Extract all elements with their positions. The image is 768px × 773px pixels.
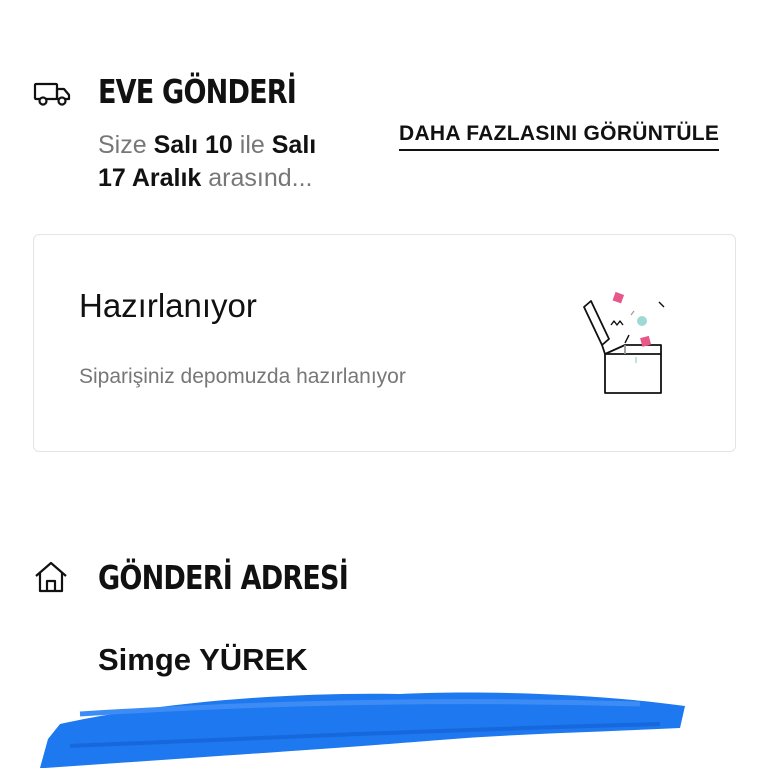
home-icon bbox=[33, 560, 69, 594]
address-title: GÖNDERİ ADRESİ bbox=[98, 558, 349, 597]
view-more-link[interactable]: DAHA FAZLASINI GÖRÜNTÜLE bbox=[399, 122, 720, 151]
delivery-date-end: 17 Aralık bbox=[98, 164, 202, 192]
status-description: Siparişiniz depomuzda hazırlanıyor bbox=[79, 365, 406, 388]
delivery-estimate: Size Salı 10 ile Salı 17 Aralık arasınd..… bbox=[98, 129, 358, 195]
status-title: Hazırlanıyor bbox=[79, 287, 257, 324]
delivery-date-start: Salı 10 bbox=[153, 131, 233, 159]
delivery-title: EVE GÖNDERİ bbox=[98, 72, 297, 111]
truck-icon bbox=[33, 80, 71, 108]
delivery-text-mid: ile bbox=[232, 131, 272, 159]
order-status-card: Hazırlanıyor Siparişiniz depomuzda hazır… bbox=[33, 234, 736, 452]
delivery-text-prefix: Size bbox=[98, 131, 154, 159]
delivery-text-suffix: arasınd... bbox=[201, 164, 313, 192]
open-box-illustration bbox=[579, 287, 679, 399]
customer-name: Simge YÜREK bbox=[98, 642, 308, 677]
redacted-address-scribble bbox=[40, 684, 690, 768]
delivery-date-end-day: Salı bbox=[271, 131, 317, 159]
